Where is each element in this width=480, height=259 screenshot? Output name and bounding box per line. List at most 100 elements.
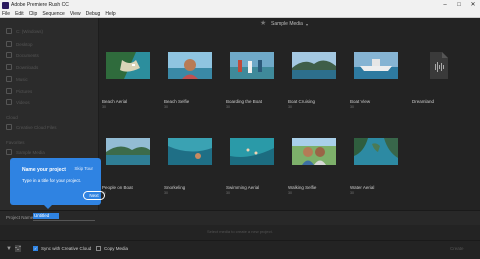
- filter-icon[interactable]: ▼: [6, 246, 12, 252]
- media-card-water-aerial[interactable]: Water Aerial 30: [349, 138, 403, 195]
- boarding-boat-thumbnail: [230, 52, 274, 79]
- media-card-boat-view[interactable]: Boat View 30: [349, 52, 403, 109]
- skip-tour-link[interactable]: Skip Tour: [74, 166, 93, 171]
- sidebar-item-label: C: (Windows): [16, 28, 44, 34]
- sidebar-item-creative-cloud[interactable]: Creative Cloud Files: [6, 124, 57, 130]
- input-underline: [33, 220, 95, 221]
- walking-selfie-thumbnail: [292, 138, 336, 165]
- copy-media-checkbox[interactable]: [96, 246, 101, 251]
- media-card-boarding-the-boat[interactable]: Boarding the Boat 30: [225, 52, 279, 109]
- boat-cruising-thumbnail: [292, 52, 336, 79]
- media-card-title: Beach Selfie: [164, 99, 190, 104]
- window-controls: – □ ✕: [438, 0, 480, 10]
- sidebar-item-desktop[interactable]: Desktop: [6, 41, 33, 47]
- folder-icon: [6, 64, 12, 70]
- copy-media-label: Copy Media: [104, 246, 129, 251]
- callout-title: Name your project: [22, 167, 66, 173]
- media-card-swimming-aerial[interactable]: Swimming Aerial 30: [225, 138, 279, 195]
- menu-view[interactable]: View: [70, 11, 81, 17]
- media-card-count: 30: [102, 191, 106, 195]
- media-card-title: Swimming Aerial: [226, 185, 260, 190]
- sidebar-item-pictures[interactable]: Pictures: [6, 88, 32, 94]
- media-card-count: 30: [288, 105, 292, 109]
- snorkeling-thumbnail: [168, 138, 212, 165]
- favorites-heading: Favorites: [6, 140, 25, 145]
- media-card-count: 30: [226, 191, 230, 195]
- folder-icon: [6, 41, 12, 47]
- sidebar-item-documents[interactable]: Documents: [6, 52, 39, 58]
- menu-help[interactable]: Help: [105, 11, 115, 17]
- media-card-count: 30: [102, 105, 106, 109]
- sidebar-item-music[interactable]: Music: [6, 76, 28, 82]
- create-button[interactable]: Create: [450, 246, 464, 251]
- media-card-count: 30: [350, 191, 354, 195]
- media-card-title: Beach Aerial: [102, 99, 128, 104]
- sidebar-item-label: Creative Cloud Files: [16, 124, 57, 130]
- menu-debug[interactable]: Debug: [86, 11, 101, 17]
- sidebar-item-sample-media[interactable]: Sample Media: [6, 149, 45, 155]
- project-name-row: Project Name: Untitled: [0, 210, 480, 225]
- callout-body: Type in a title for your project.: [22, 178, 82, 183]
- media-card-snorkeling[interactable]: Snorkeling 30: [163, 138, 217, 195]
- sidebar-item-label: Pictures: [16, 88, 33, 94]
- menu-file[interactable]: File: [2, 11, 10, 17]
- media-card-people-on-boat[interactable]: People on Boat 30: [101, 138, 155, 195]
- media-card-beach-aerial[interactable]: Beach Aerial 30: [101, 52, 155, 109]
- folder-icon: [6, 52, 12, 58]
- media-card-count: 30: [288, 191, 292, 195]
- media-card-walking-selfie[interactable]: Walking Selfie 30: [287, 138, 341, 195]
- maximize-button[interactable]: □: [452, 0, 466, 10]
- media-card-title: Water Aerial: [350, 185, 375, 190]
- name-project-callout: Name your project Skip Tour Type in a ti…: [10, 158, 105, 209]
- sidebar-item-label: Documents: [16, 52, 39, 58]
- breadcrumb: ★ Sample Media ▾: [99, 18, 480, 30]
- sidebar-item-label: Downloads: [16, 64, 39, 70]
- media-card-title: Dreamland: [412, 99, 435, 104]
- water-aerial-thumbnail: [354, 138, 398, 165]
- boat-view-thumbnail: [354, 52, 398, 79]
- drive-icon: [6, 28, 12, 34]
- sliders-icon[interactable]: [15, 245, 21, 252]
- app-logo-icon: [2, 1, 9, 9]
- media-card-boat-cruising[interactable]: Boat Cruising 30: [287, 52, 341, 109]
- next-button[interactable]: Next: [83, 191, 105, 200]
- breadcrumb-label[interactable]: Sample Media: [271, 21, 303, 27]
- sidebar-item-label: Desktop: [16, 41, 33, 47]
- media-card-title: Snorkeling: [164, 185, 186, 190]
- close-button[interactable]: ✕: [466, 0, 480, 10]
- media-card-count: 30: [350, 105, 354, 109]
- media-card-title: People on Boat: [102, 185, 133, 190]
- media-card-count: 30: [164, 105, 168, 109]
- media-card-title: Boat Cruising: [288, 99, 316, 104]
- title-bar: Adobe Premiere Rush CC – □ ✕: [0, 0, 480, 10]
- sidebar-item-downloads[interactable]: Downloads: [6, 64, 38, 70]
- sidebar-item-c-drive[interactable]: C: (Windows): [6, 28, 43, 34]
- people-on-boat-thumbnail: [106, 138, 150, 165]
- empty-selection-hint: Select media to create a new project.: [207, 229, 273, 234]
- project-name-label: Project Name:: [6, 215, 35, 220]
- sidebar-item-videos[interactable]: Videos: [6, 99, 30, 105]
- window-title: Adobe Premiere Rush CC: [11, 2, 69, 8]
- audio-file-icon: [430, 52, 448, 79]
- sidebar-item-label: Videos: [16, 99, 30, 105]
- minimize-button[interactable]: –: [438, 0, 452, 10]
- beach-selfie-thumbnail: [168, 52, 212, 79]
- folder-icon: [6, 88, 12, 94]
- sync-checkbox[interactable]: ✓: [33, 246, 38, 251]
- menu-sequence[interactable]: Sequence: [42, 11, 65, 17]
- star-icon: [6, 149, 12, 155]
- favorite-star-icon[interactable]: ★: [260, 18, 266, 30]
- media-browser: ★ Sample Media ▾ Beach Aerial 30 Beach S…: [99, 18, 480, 210]
- sidebar-item-label: Music: [16, 76, 28, 82]
- media-card-title: Boat View: [350, 99, 371, 104]
- menu-edit[interactable]: Edit: [15, 11, 24, 17]
- folder-icon: [6, 99, 12, 105]
- media-card-beach-selfie[interactable]: Beach Selfie 30: [163, 52, 217, 109]
- cloud-icon: [6, 124, 12, 130]
- project-name-input[interactable]: Untitled: [33, 213, 59, 219]
- folder-icon: [6, 76, 12, 82]
- menu-clip[interactable]: Clip: [29, 11, 38, 17]
- chevron-down-icon[interactable]: ▾: [306, 22, 308, 27]
- media-card-dreamland[interactable]: Dreamland: [411, 52, 465, 105]
- menu-bar: File Edit Clip Sequence View Debug Help: [0, 10, 480, 18]
